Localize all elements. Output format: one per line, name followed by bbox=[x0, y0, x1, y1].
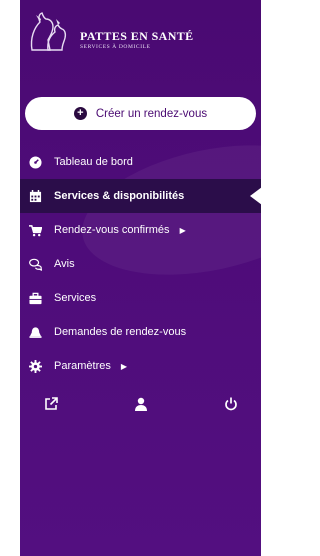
bell-icon bbox=[28, 325, 42, 339]
sidebar-item-services[interactable]: Services bbox=[20, 281, 261, 315]
caret-right-icon: ▶ bbox=[179, 225, 186, 235]
sidebar-footer-icons bbox=[20, 397, 261, 419]
sidebar-item-label: Services & disponibilités bbox=[54, 190, 185, 202]
brand-logo-icon bbox=[30, 12, 67, 51]
sidebar-item-appointment-requests[interactable]: Demandes de rendez-vous bbox=[20, 315, 261, 349]
calendar-icon bbox=[28, 189, 42, 203]
sidebar-item-label: Demandes de rendez-vous bbox=[54, 326, 187, 338]
plus-circle-icon: + bbox=[73, 107, 87, 120]
sidebar: PATTES EN SANTÉ SERVICES À DOMICILE + Cr… bbox=[20, 0, 261, 556]
create-appointment-label: Créer un rendez-vous bbox=[95, 107, 208, 120]
sidebar-item-label: Paramètres bbox=[54, 360, 111, 372]
sidebar-item-label: Services bbox=[54, 292, 97, 304]
brand-name: PATTES EN SANTÉ bbox=[80, 29, 194, 43]
sidebar-item-confirmed-appointments[interactable]: Rendez-vous confirmés ▶ bbox=[20, 213, 261, 247]
dashboard-gauge-icon bbox=[28, 155, 42, 169]
sidebar-item-dashboard[interactable]: Tableau de bord bbox=[20, 145, 261, 179]
sidebar-item-label: Rendez-vous confirmés bbox=[54, 224, 170, 236]
sidebar-item-label: Avis bbox=[54, 258, 75, 270]
external-link-icon[interactable] bbox=[44, 397, 60, 413]
user-icon[interactable] bbox=[134, 397, 150, 413]
sidebar-item-services-availability[interactable]: Services & disponibilités bbox=[20, 179, 261, 213]
sidebar-item-label: Tableau de bord bbox=[54, 156, 133, 168]
active-indicator bbox=[250, 187, 261, 205]
comments-icon bbox=[28, 257, 42, 271]
sidebar-item-reviews[interactable]: Avis bbox=[20, 247, 261, 281]
briefcase-icon bbox=[28, 291, 42, 305]
gear-icon bbox=[28, 359, 42, 373]
sidebar-menu: Tableau de bord Services & disponibilité… bbox=[20, 145, 261, 383]
caret-right-icon: ▶ bbox=[120, 361, 128, 371]
cart-icon bbox=[28, 223, 42, 237]
create-appointment-button[interactable]: + Créer un rendez-vous bbox=[25, 97, 256, 130]
brand-tagline: SERVICES À DOMICILE bbox=[80, 44, 151, 50]
sidebar-item-settings[interactable]: Paramètres ▶ bbox=[20, 349, 261, 383]
brand[interactable]: PATTES EN SANTÉ SERVICES À DOMICILE bbox=[26, 10, 256, 54]
power-icon[interactable] bbox=[224, 397, 240, 413]
